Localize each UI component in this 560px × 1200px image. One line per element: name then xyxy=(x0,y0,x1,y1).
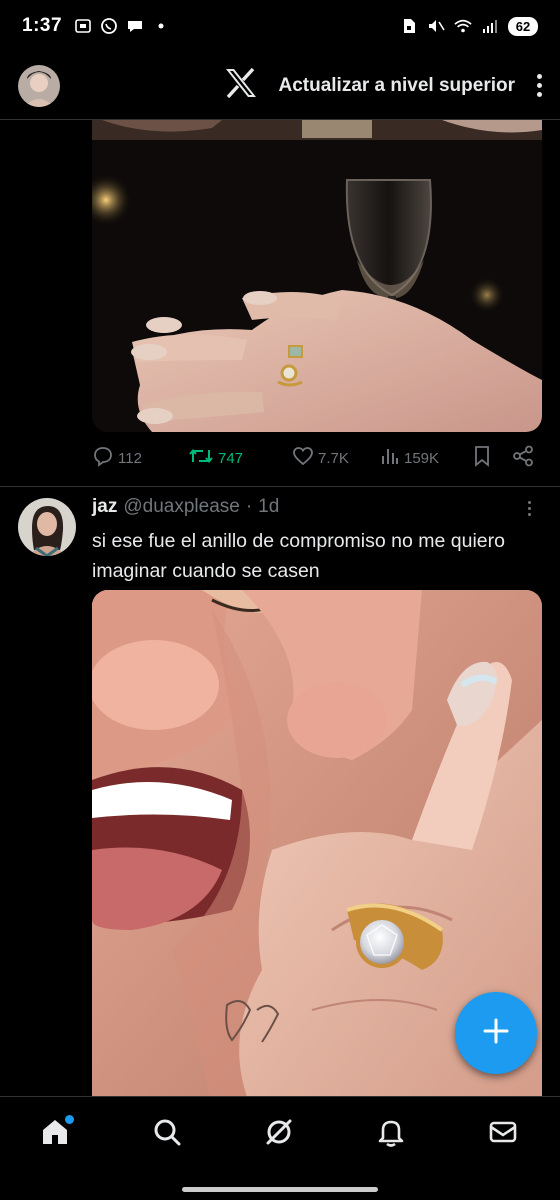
status-left-icons xyxy=(74,17,170,35)
compose-button[interactable] xyxy=(455,992,537,1074)
tweet2-header: jaz @duaxplease · 1d xyxy=(92,496,279,518)
notifications-icon xyxy=(375,1116,407,1153)
nav-home[interactable] xyxy=(38,1115,74,1151)
upgrade-area: Actualizar a nivel superior xyxy=(224,67,515,104)
heart-icon xyxy=(292,445,314,471)
battery-level: 62 xyxy=(508,16,538,36)
gesture-bar[interactable] xyxy=(182,1187,378,1192)
retweet-icon xyxy=(188,445,214,471)
tweet-age: 1d xyxy=(258,496,280,517)
tweet1-image[interactable] xyxy=(92,120,542,432)
screenshot-icon xyxy=(74,17,92,35)
share-icon xyxy=(512,445,534,471)
tweet2-more-icon[interactable] xyxy=(528,501,531,516)
top-app-bar: Actualizar a nivel superior xyxy=(0,52,560,120)
reply-count: 112 xyxy=(118,449,142,467)
signal-icon xyxy=(481,17,499,35)
more-options-icon[interactable] xyxy=(537,74,542,97)
status-time: 1:37 xyxy=(22,15,63,36)
views-icon xyxy=(380,446,400,470)
retweet-button[interactable]: 747 xyxy=(188,445,292,471)
whatsapp-icon xyxy=(100,17,118,35)
profile-avatar[interactable] xyxy=(18,64,60,107)
author-name[interactable]: jaz xyxy=(92,496,117,518)
status-bar: 1:37 62 xyxy=(0,0,560,52)
bookmark-button[interactable] xyxy=(472,445,492,471)
status-right-icons: 62 xyxy=(400,16,538,36)
bottom-navigation xyxy=(0,1096,560,1200)
home-unread-dot xyxy=(65,1115,74,1124)
reply-icon xyxy=(92,445,114,471)
x-logo-icon xyxy=(224,67,258,104)
plus-icon xyxy=(482,1017,510,1050)
views-count: 159K xyxy=(404,449,440,467)
like-count: 7.7K xyxy=(318,449,349,467)
sim-icon xyxy=(400,17,418,35)
author-handle[interactable]: @duaxplease xyxy=(123,496,239,518)
tweet2-text: si ese fue el anillo de compromiso no me… xyxy=(92,530,505,582)
tweet2-avatar[interactable] xyxy=(18,498,76,556)
nav-messages[interactable] xyxy=(486,1117,520,1151)
notification-dot-icon xyxy=(152,17,170,35)
nav-search[interactable] xyxy=(150,1117,184,1151)
like-button[interactable]: 7.7K xyxy=(292,445,380,471)
views-button[interactable]: 159K xyxy=(380,446,472,470)
wifi-icon xyxy=(454,17,472,35)
nav-notifications[interactable] xyxy=(374,1117,408,1151)
retweet-count: 747 xyxy=(218,449,244,467)
tweet-divider xyxy=(0,486,560,487)
nav-grok[interactable] xyxy=(262,1117,296,1151)
reply-button[interactable]: 112 xyxy=(92,445,188,471)
bookmark-icon xyxy=(472,445,492,471)
header-separator: · xyxy=(245,496,253,517)
grok-icon xyxy=(263,1116,295,1153)
tweet1-action-bar: 112 747 7.7K 159K xyxy=(92,442,542,474)
chat-icon xyxy=(126,17,144,35)
mute-icon xyxy=(427,17,445,35)
share-button[interactable] xyxy=(512,445,534,471)
search-icon xyxy=(151,1116,183,1153)
upgrade-button[interactable]: Actualizar a nivel superior xyxy=(278,75,515,97)
messages-icon xyxy=(487,1116,519,1153)
